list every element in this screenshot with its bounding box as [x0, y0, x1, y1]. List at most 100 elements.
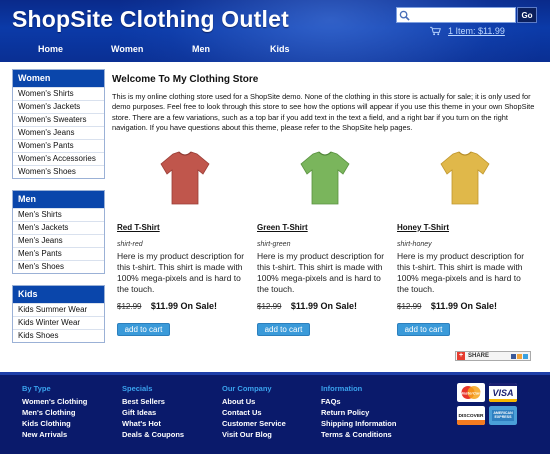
footer-link[interactable]: Customer Service [222, 418, 286, 429]
product-price: $12.99 $11.99 On Sale! [397, 296, 497, 314]
product-description: Here is my product description for this … [397, 251, 525, 294]
original-price: $12.99 [257, 302, 282, 311]
sidebar-item-mens-jackets[interactable]: Men's Jackets [13, 221, 104, 234]
product-card: Green T-Shirt shirt-green Here is my pro… [257, 150, 384, 336]
nav-women[interactable]: Women [111, 44, 143, 54]
footer-heading: Information [321, 384, 363, 393]
footer-heading: By Type [22, 384, 51, 393]
nav-home[interactable]: Home [38, 44, 63, 54]
sidebar-item-womens-shoes[interactable]: Women's Shoes [13, 165, 104, 178]
product-price: $12.99 $11.99 On Sale! [257, 296, 357, 314]
american-express-icon: AMERICAN EXPRESS [489, 406, 517, 425]
bookmark-icon [517, 353, 522, 359]
search-box [396, 7, 516, 23]
shopping-cart-icon[interactable] [430, 26, 441, 36]
sale-price: $11.99 On Sale! [290, 301, 357, 311]
footer-heading: Specials [122, 384, 153, 393]
footer-link[interactable]: Contact Us [222, 407, 286, 418]
product-name-link[interactable]: Red T-Shirt [117, 223, 160, 232]
footer-link[interactable]: FAQs [321, 396, 396, 407]
intro-paragraph: This is my online clothing store used fo… [112, 92, 535, 133]
footer-column-information: Information FAQs Return Policy Shipping … [321, 384, 396, 440]
svg-text:DISCOVER: DISCOVER [458, 413, 484, 419]
svg-text:VISA: VISA [492, 388, 513, 398]
footer-link[interactable]: Men's Clothing [22, 407, 87, 418]
footer-link[interactable]: Shipping Information [321, 418, 396, 429]
sidebar-item-kids-shoes[interactable]: Kids Shoes [13, 329, 104, 342]
add-to-cart-button[interactable]: add to cart [397, 323, 450, 336]
footer-link[interactable]: Visit Our Blog [222, 429, 286, 440]
sidebar-kids: Kids Kids Summer Wear Kids Winter Wear K… [12, 285, 105, 343]
cart-link[interactable]: 1 Item: $11.99 [448, 26, 505, 36]
search-icon [399, 10, 410, 21]
product-sku: shirt-green [257, 241, 291, 248]
product-description: Here is my product description for this … [257, 251, 385, 294]
footer-link[interactable]: Deals & Coupons [122, 429, 184, 440]
sidebar-item-womens-accessories[interactable]: Women's Accessories [13, 152, 104, 165]
add-to-cart-button[interactable]: add to cart [117, 323, 170, 336]
sidebar-item-mens-shirts[interactable]: Men's Shirts [13, 208, 104, 221]
red-tshirt-image[interactable] [159, 150, 211, 206]
original-price: $12.99 [117, 302, 142, 311]
footer-link[interactable]: Gift Ideas [122, 407, 184, 418]
svg-text:MasterCard: MasterCard [460, 391, 483, 396]
visa-icon: VISA [489, 383, 517, 402]
footer-link[interactable]: New Arrivals [22, 429, 87, 440]
footer-heading: Our Company [222, 384, 272, 393]
page-title: Welcome To My Clothing Store [112, 74, 259, 85]
sidebar-item-mens-shoes[interactable]: Men's Shoes [13, 260, 104, 273]
sidebar-item-womens-jackets[interactable]: Women's Jackets [13, 100, 104, 113]
add-to-cart-button[interactable]: add to cart [257, 323, 310, 336]
sidebar-item-kids-summer-wear[interactable]: Kids Summer Wear [13, 303, 104, 316]
sidebar-item-mens-jeans[interactable]: Men's Jeans [13, 234, 104, 247]
product-name-link[interactable]: Green T-Shirt [257, 223, 308, 232]
sidebar-men: Men Men's Shirts Men's Jackets Men's Jea… [12, 190, 105, 274]
honey-tshirt-image[interactable] [439, 150, 491, 206]
cart-summary: 1 Item: $11.99 [430, 25, 505, 37]
sidebar-item-womens-shirts[interactable]: Women's Shirts [13, 87, 104, 100]
go-button[interactable]: Go [517, 7, 537, 23]
facebook-icon [511, 353, 516, 359]
footer-link[interactable]: Women's Clothing [22, 396, 87, 407]
footer-link[interactable]: Terms & Conditions [321, 429, 396, 440]
product-sku: shirt-red [117, 241, 143, 248]
site-title[interactable]: ShopSite Clothing Outlet [12, 6, 289, 33]
product-description: Here is my product description for this … [117, 251, 245, 294]
nav-kids[interactable]: Kids [270, 44, 290, 54]
sidebar-heading-kids[interactable]: Kids [13, 286, 104, 303]
site-header: ShopSite Clothing Outlet Go 1 Item: $11.… [0, 0, 550, 62]
product-price: $12.99 $11.99 On Sale! [117, 296, 217, 314]
sidebar-women: Women Women's Shirts Women's Jackets Wom… [12, 69, 105, 179]
footer-link[interactable]: Best Sellers [122, 396, 184, 407]
footer-link[interactable]: What's Hot [122, 418, 184, 429]
green-tshirt-image[interactable] [299, 150, 351, 206]
social-icons [511, 353, 528, 359]
footer-column-by-type: By Type Women's Clothing Men's Clothing … [22, 384, 87, 440]
sidebar-item-womens-pants[interactable]: Women's Pants [13, 139, 104, 152]
sale-price: $11.99 On Sale! [150, 301, 217, 311]
main-nav: Home Women Men Kids [0, 44, 550, 56]
sidebar-item-mens-pants[interactable]: Men's Pants [13, 247, 104, 260]
footer-link[interactable]: About Us [222, 396, 286, 407]
sidebar-item-womens-jeans[interactable]: Women's Jeans [13, 126, 104, 139]
footer-link[interactable]: Kids Clothing [22, 418, 87, 429]
product-name-link[interactable]: Honey T-Shirt [397, 223, 449, 232]
footer-link[interactable]: Return Policy [321, 407, 396, 418]
sale-price: $11.99 On Sale! [430, 301, 497, 311]
footer-column-specials: Specials Best Sellers Gift Ideas What's … [122, 384, 184, 440]
sidebar-item-womens-sweaters[interactable]: Women's Sweaters [13, 113, 104, 126]
sidebar-heading-men[interactable]: Men [13, 191, 104, 208]
sidebar-item-kids-winter-wear[interactable]: Kids Winter Wear [13, 316, 104, 329]
share-label: SHARE [468, 353, 490, 359]
sidebar-heading-women[interactable]: Women [13, 70, 104, 87]
plus-icon: + [457, 352, 465, 360]
product-card: Red T-Shirt shirt-red Here is my product… [117, 150, 244, 336]
share-button[interactable]: + SHARE [455, 351, 531, 361]
nav-men[interactable]: Men [192, 44, 210, 54]
footer-column-our-company: Our Company About Us Contact Us Customer… [222, 384, 286, 440]
twitter-icon [523, 353, 528, 359]
product-card: Honey T-Shirt shirt-honey Here is my pro… [397, 150, 524, 336]
mastercard-icon: MasterCard [457, 383, 485, 402]
search-input[interactable] [412, 9, 514, 21]
original-price: $12.99 [397, 302, 422, 311]
